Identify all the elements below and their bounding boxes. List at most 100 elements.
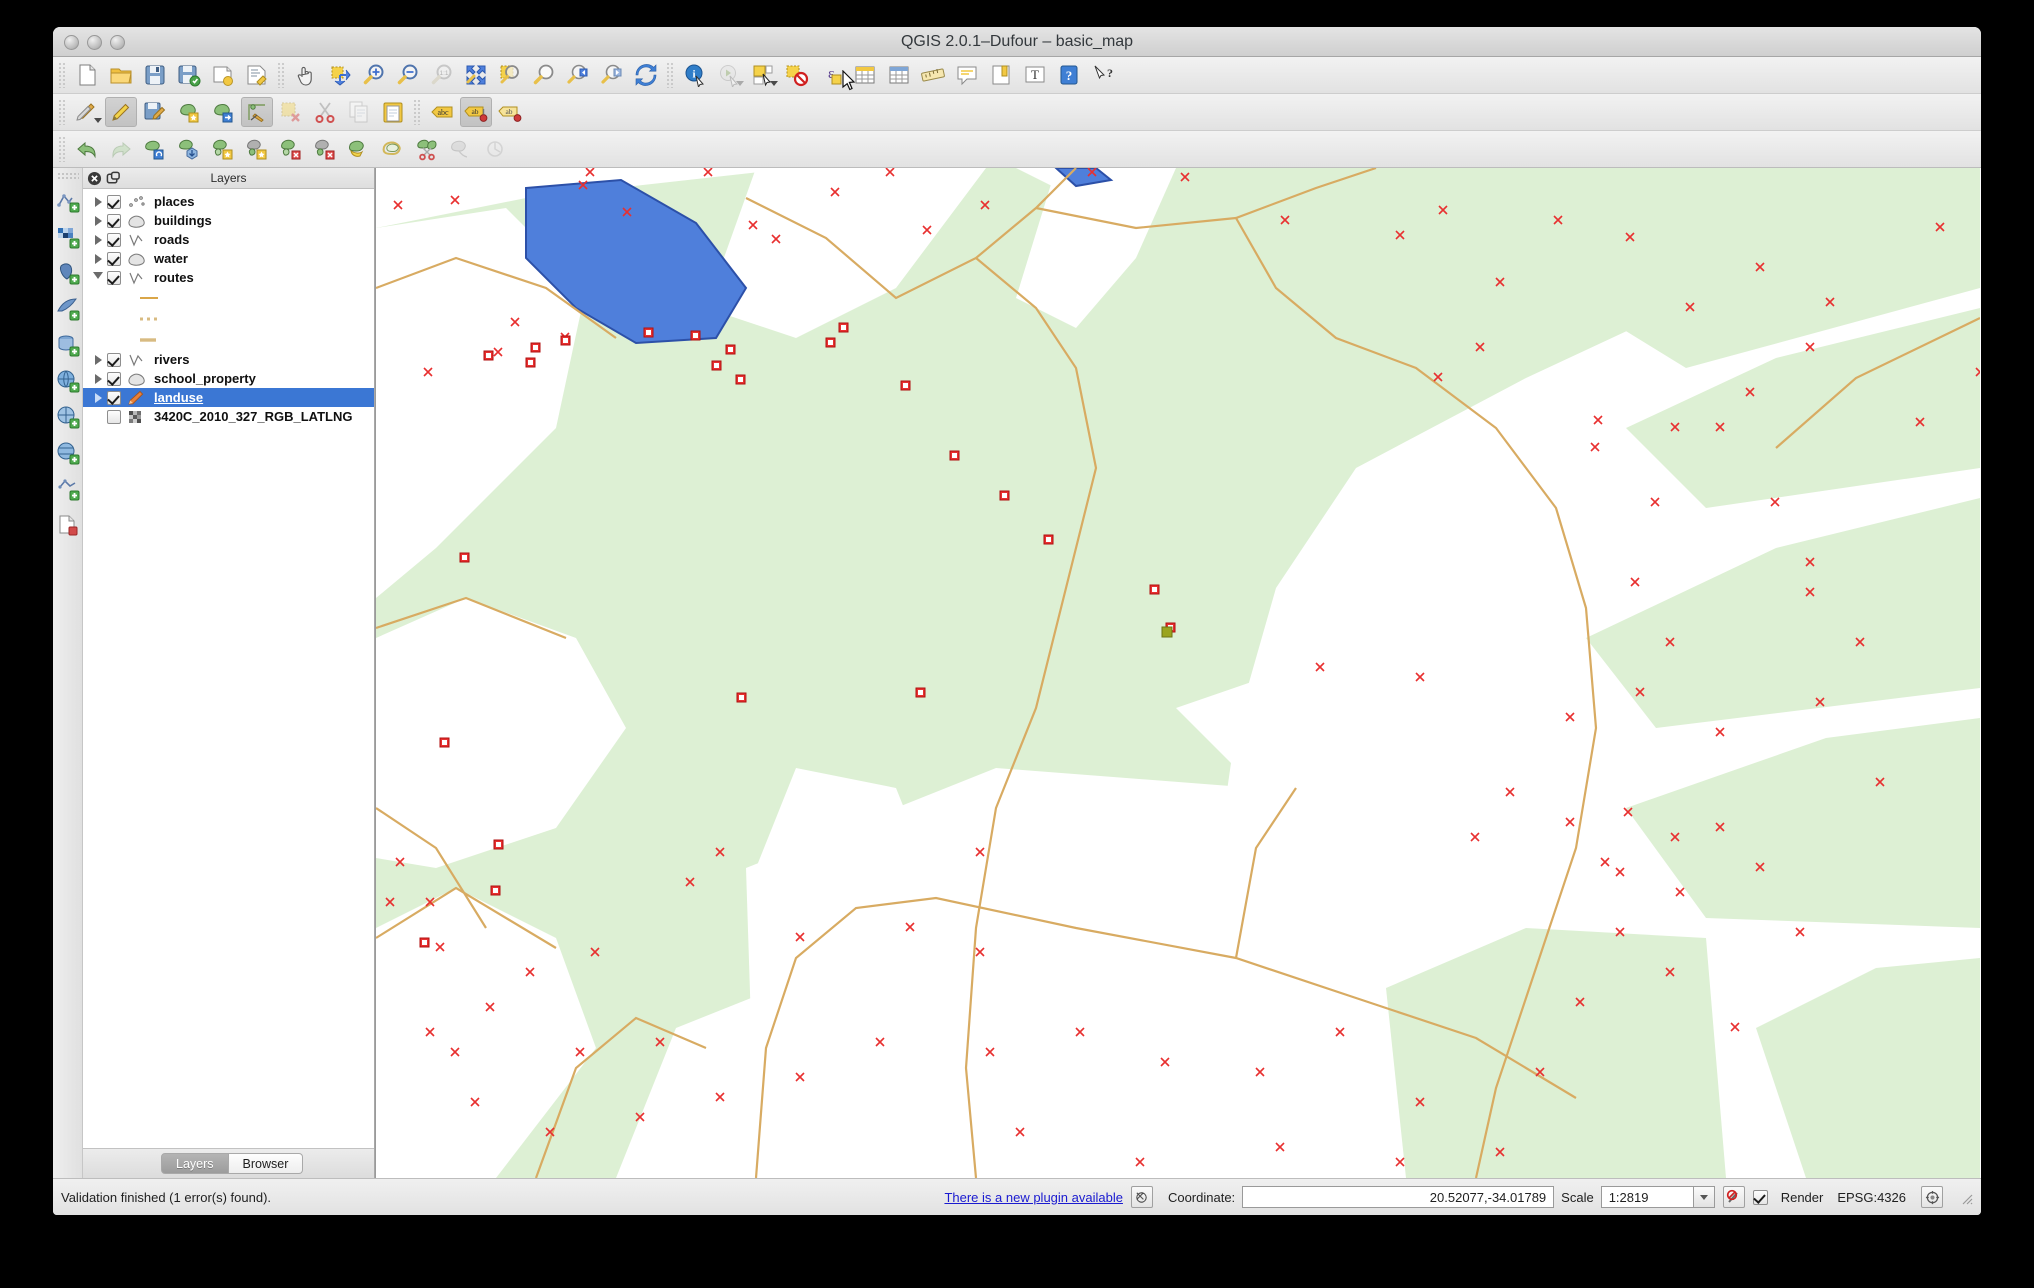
deselect-features-button[interactable] bbox=[781, 60, 813, 90]
measure-line-button[interactable] bbox=[917, 60, 949, 90]
add-delimited-text-layer-button[interactable] bbox=[54, 471, 82, 507]
label-button[interactable]: abc bbox=[426, 97, 458, 127]
delete-ring-button[interactable] bbox=[275, 134, 307, 164]
expand-arrow-icon[interactable] bbox=[91, 233, 105, 247]
new-shapefile-layer-button[interactable] bbox=[54, 507, 82, 543]
layer-row-water[interactable]: water bbox=[83, 249, 374, 268]
node-tool-button[interactable] bbox=[241, 97, 273, 127]
new-print-composer-button[interactable] bbox=[207, 60, 239, 90]
new-project-button[interactable] bbox=[71, 60, 103, 90]
toolbar-grip[interactable] bbox=[666, 62, 675, 88]
add-feature-button[interactable] bbox=[173, 97, 205, 127]
layer-visibility-checkbox[interactable] bbox=[107, 214, 121, 228]
render-checkbox[interactable] bbox=[1753, 1190, 1768, 1205]
expand-arrow-icon[interactable] bbox=[91, 372, 105, 386]
save-project-button[interactable] bbox=[139, 60, 171, 90]
composer-manager-button[interactable] bbox=[241, 60, 273, 90]
rotate-feature-button[interactable] bbox=[139, 134, 171, 164]
save-layer-edits-button[interactable] bbox=[139, 97, 171, 127]
field-calculator-button[interactable]: ε bbox=[815, 60, 847, 90]
refresh-button[interactable] bbox=[630, 60, 662, 90]
delete-selected-button[interactable] bbox=[275, 97, 307, 127]
toolbar-grip[interactable] bbox=[58, 62, 67, 88]
open-attribute-table-button[interactable] bbox=[849, 60, 881, 90]
resize-grip-icon[interactable] bbox=[1957, 1189, 1973, 1205]
layer-visibility-checkbox[interactable] bbox=[107, 195, 121, 209]
reshape-features-button[interactable] bbox=[343, 134, 375, 164]
add-vector-layer-button[interactable] bbox=[54, 183, 82, 219]
layer-row-landuse[interactable]: landuse bbox=[83, 388, 374, 407]
new-bookmark-button[interactable] bbox=[985, 60, 1017, 90]
zoom-to-selection-button[interactable] bbox=[494, 60, 526, 90]
simplify-feature-button[interactable] bbox=[173, 134, 205, 164]
expand-arrow-icon[interactable] bbox=[91, 195, 105, 209]
add-wcs-layer-button[interactable] bbox=[54, 399, 82, 435]
new-plugin-link[interactable]: There is a new plugin available bbox=[944, 1190, 1123, 1205]
identify-features-button[interactable]: i bbox=[679, 60, 711, 90]
layer-row-places[interactable]: places bbox=[83, 192, 374, 211]
zoom-in-button[interactable] bbox=[358, 60, 390, 90]
current-edits-button[interactable] bbox=[71, 97, 103, 127]
pan-to-selection-button[interactable] bbox=[324, 60, 356, 90]
layer-row-rivers[interactable]: rivers bbox=[83, 350, 374, 369]
show-hide-labels-button[interactable]: ab bbox=[494, 97, 526, 127]
paste-features-button[interactable] bbox=[377, 97, 409, 127]
messages-icon[interactable] bbox=[1131, 1186, 1153, 1208]
layer-visibility-checkbox[interactable] bbox=[107, 233, 121, 247]
add-raster-layer-button[interactable] bbox=[54, 219, 82, 255]
crs-icon[interactable] bbox=[1921, 1186, 1943, 1208]
zoom-to-layer-button[interactable] bbox=[528, 60, 560, 90]
add-postgis-layer-button[interactable] bbox=[54, 255, 82, 291]
expand-arrow-icon[interactable] bbox=[91, 353, 105, 367]
chevron-down-icon[interactable] bbox=[770, 81, 778, 86]
rotate-point-symbols-button[interactable] bbox=[479, 134, 511, 164]
run-feature-action-button[interactable] bbox=[713, 60, 745, 90]
expand-arrow-icon[interactable] bbox=[91, 214, 105, 228]
collapse-arrow-icon[interactable] bbox=[91, 271, 105, 285]
map-canvas[interactable] bbox=[375, 168, 1981, 1178]
layer-visibility-checkbox[interactable] bbox=[107, 271, 121, 285]
chevron-down-icon[interactable] bbox=[736, 81, 744, 86]
layer-row-raster[interactable]: 3420C_2010_327_RGB_LATLNG bbox=[83, 407, 374, 426]
pan-map-button[interactable] bbox=[290, 60, 322, 90]
tab-layers[interactable]: Layers bbox=[161, 1153, 229, 1174]
expand-arrow-icon[interactable] bbox=[91, 252, 105, 266]
delete-part-button[interactable] bbox=[309, 134, 341, 164]
add-part-button[interactable] bbox=[241, 134, 273, 164]
zoom-last-button[interactable] bbox=[562, 60, 594, 90]
layer-tree[interactable]: places buildings bbox=[83, 189, 374, 1148]
map-tips-button[interactable] bbox=[951, 60, 983, 90]
zoom-out-button[interactable] bbox=[392, 60, 424, 90]
merge-features-button[interactable] bbox=[445, 134, 477, 164]
layer-row-school-property[interactable]: school_property bbox=[83, 369, 374, 388]
cut-features-button[interactable] bbox=[309, 97, 341, 127]
zoom-full-button[interactable] bbox=[460, 60, 492, 90]
coordinate-input[interactable]: 20.52077,-34.01789 bbox=[1242, 1186, 1554, 1208]
split-features-button[interactable] bbox=[411, 134, 443, 164]
layer-visibility-checkbox[interactable] bbox=[107, 372, 121, 386]
pin-labels-button[interactable]: ab bbox=[460, 97, 492, 127]
scale-input[interactable]: 1:2819 bbox=[1601, 1186, 1693, 1208]
copy-features-button[interactable] bbox=[343, 97, 375, 127]
add-mssql-layer-button[interactable] bbox=[54, 327, 82, 363]
text-annotation-button[interactable]: T bbox=[1019, 60, 1051, 90]
layer-row-roads[interactable]: roads bbox=[83, 230, 374, 249]
crs-disabled-icon[interactable] bbox=[1723, 1186, 1745, 1208]
add-wfs-layer-button[interactable] bbox=[54, 435, 82, 471]
layer-row-routes[interactable]: routes bbox=[83, 268, 374, 287]
add-ring-button[interactable] bbox=[207, 134, 239, 164]
layer-visibility-checkbox[interactable] bbox=[107, 410, 121, 424]
undo-button[interactable] bbox=[71, 134, 103, 164]
layer-row-buildings[interactable]: buildings bbox=[83, 211, 374, 230]
layer-visibility-checkbox[interactable] bbox=[107, 353, 121, 367]
save-project-as-button[interactable] bbox=[173, 60, 205, 90]
chevron-down-icon[interactable] bbox=[94, 118, 102, 123]
help-contents-button[interactable]: ? bbox=[1053, 60, 1085, 90]
offset-curve-button[interactable] bbox=[377, 134, 409, 164]
toolbar-grip[interactable] bbox=[58, 136, 67, 162]
move-feature-button[interactable] bbox=[207, 97, 239, 127]
toolbar-grip[interactable] bbox=[58, 99, 67, 125]
zoom-next-button[interactable] bbox=[596, 60, 628, 90]
toolbar-grip[interactable] bbox=[413, 99, 422, 125]
add-spatialite-layer-button[interactable] bbox=[54, 291, 82, 327]
